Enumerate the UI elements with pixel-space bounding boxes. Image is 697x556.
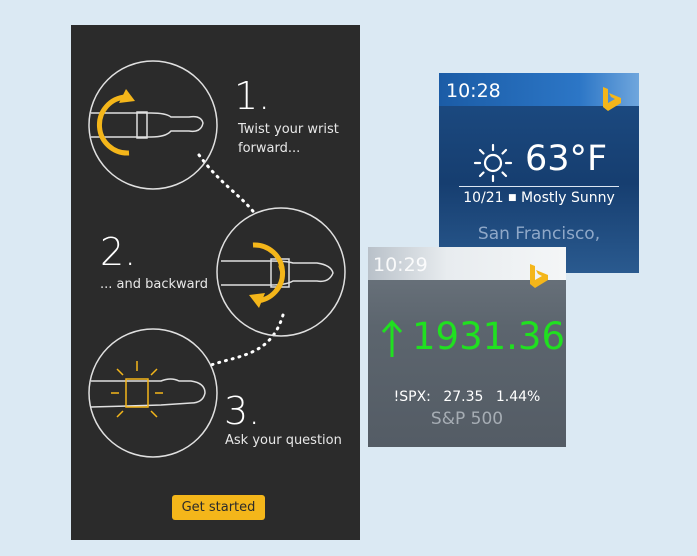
wrist-ask-icon	[88, 328, 218, 458]
step-1-number: 1.	[234, 74, 271, 118]
weather-date: 10/21	[463, 190, 504, 206]
stock-change-percent: 1.44%	[495, 389, 541, 405]
stock-card[interactable]: 10:29 1931.36 !SPX: 27.35 1.44% S&P 500	[368, 247, 566, 447]
step-3-text: Ask your question	[225, 433, 342, 448]
wrist-forward-icon	[88, 60, 218, 190]
weather-summary: 10/21 ■ Mostly Sunny	[439, 190, 639, 206]
weather-divider	[459, 186, 619, 187]
step-1-text-line2: forward...	[238, 141, 301, 156]
bing-logo-icon	[530, 264, 548, 288]
bing-logo-icon	[603, 87, 621, 111]
step-2-number: 2.	[100, 230, 137, 274]
up-arrow-icon	[381, 319, 403, 357]
step-3-number: 3.	[224, 389, 261, 433]
weather-clock: 10:28	[446, 80, 501, 102]
step-2-text: ... and backward	[100, 277, 208, 292]
weather-location: San Francisco,	[477, 224, 601, 244]
get-started-button[interactable]: Get started	[172, 495, 265, 520]
step-1-text-line1: Twist your wrist	[238, 122, 339, 137]
stock-symbol: !SPX:	[393, 389, 431, 405]
weather-condition: Mostly Sunny	[520, 190, 615, 206]
step-1-text: Twist your wrist forward...	[238, 120, 339, 158]
bullet-separator: ■	[508, 193, 517, 203]
stock-value: 1931.36	[412, 315, 566, 358]
wrist-backward-icon	[216, 207, 346, 337]
weather-temperature: 63°F	[525, 139, 608, 179]
stock-change: 27.35	[443, 389, 484, 405]
stock-detail: !SPX: 27.35 1.44%	[368, 389, 566, 405]
tutorial-panel: 1. Twist your wrist forward... 2. ... an…	[71, 25, 360, 540]
stock-clock: 10:29	[373, 254, 428, 276]
sun-icon	[473, 143, 513, 183]
weather-card[interactable]: 10:28 63°F 10/21 ■ Mostly Sunny San Fran…	[439, 73, 639, 273]
stock-index-name: S&P 500	[430, 409, 504, 429]
